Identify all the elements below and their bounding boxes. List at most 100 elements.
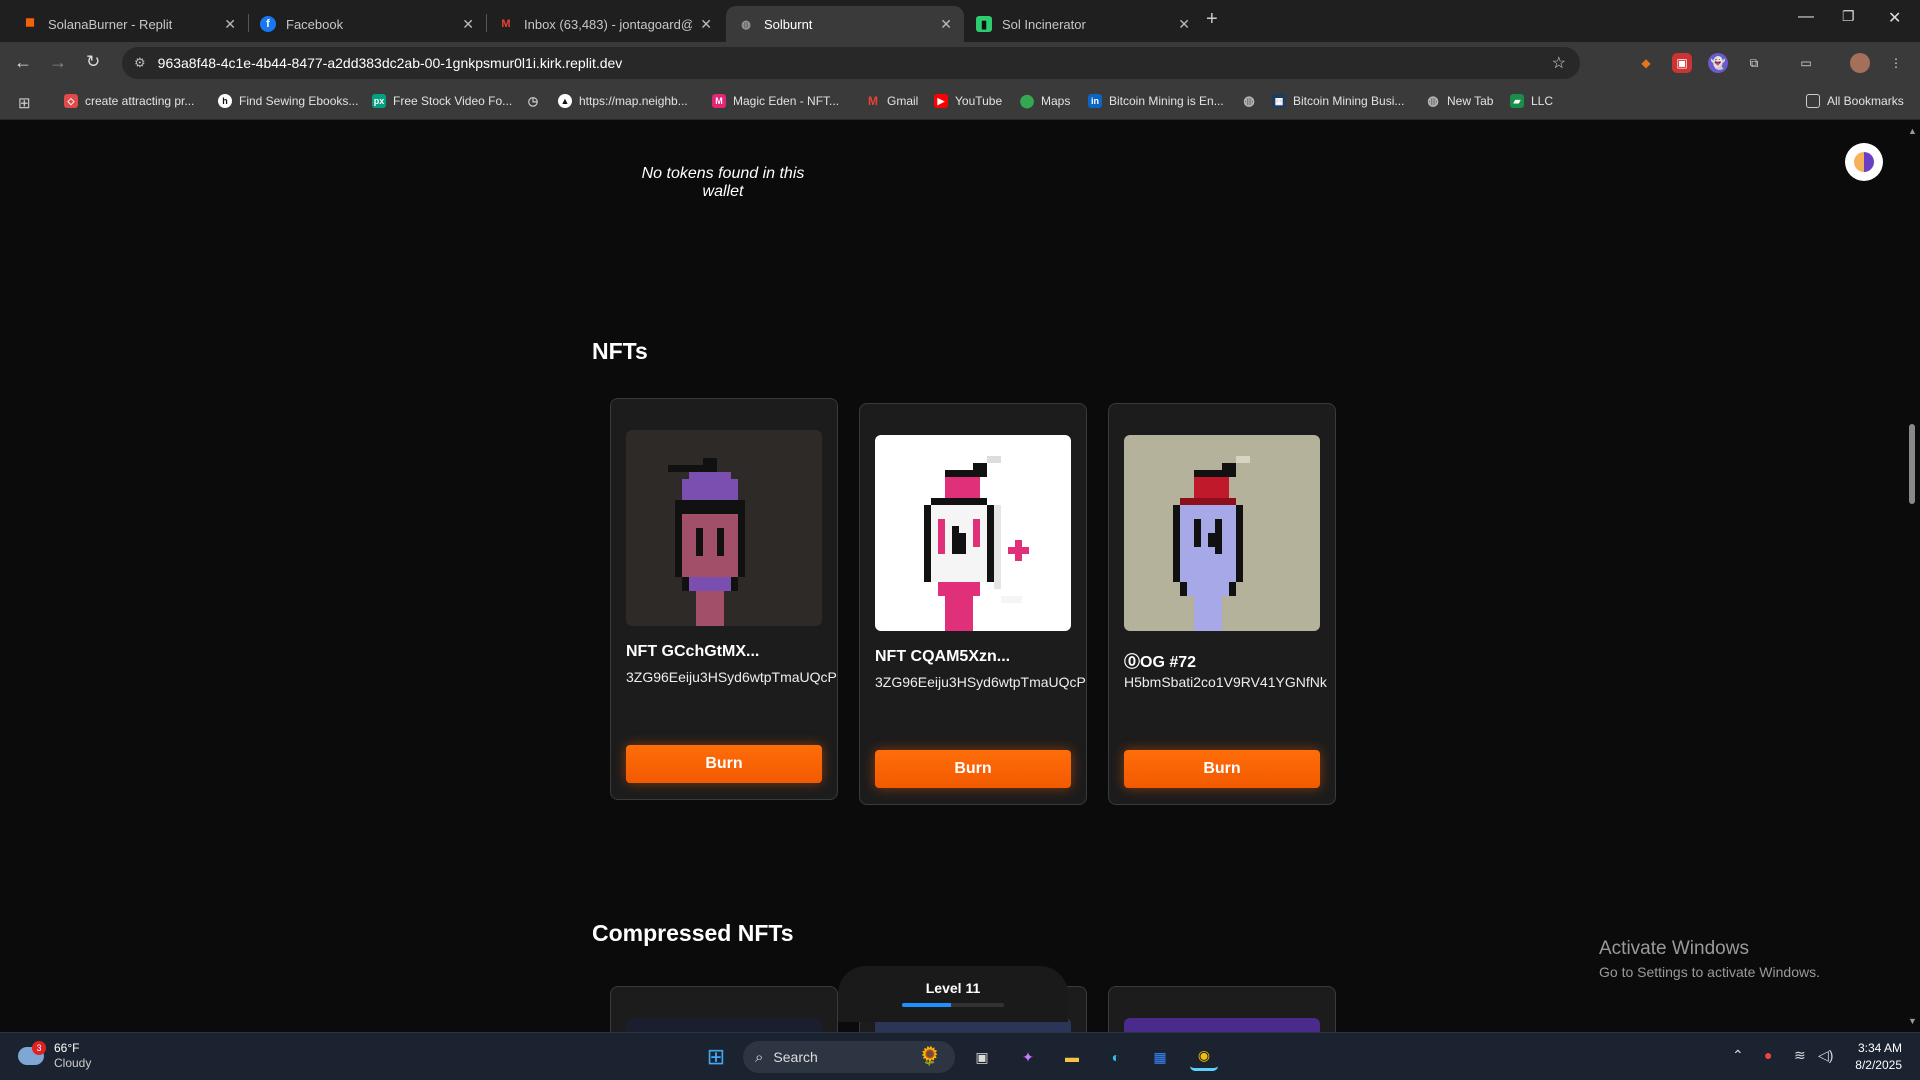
cloud-icon: 3 [18,1041,46,1065]
back-icon[interactable]: ← [14,52,32,73]
nft-mint-address: 3ZG96Eeiju3HSyd6wtpTmaUQcP [626,669,837,685]
bookmark-item[interactable]: ▲ https://map.neighb... [558,94,688,108]
phantom-icon[interactable]: 👻 [1708,53,1728,73]
wifi-icon[interactable]: ≋ [1794,1047,1806,1064]
bookmark-item[interactable]: h Find Sewing Ebooks... [218,94,358,108]
extension-lock-icon[interactable]: ▣ [1672,53,1692,73]
taskbar-search[interactable]: ⌕ Search 🌻 [743,1041,955,1073]
restore-icon[interactable]: ❐ [1842,8,1855,25]
tab-solburnt[interactable]: ◍ Solburnt ✕ [726,6,964,42]
nft-image [1124,435,1320,631]
scroll-down-icon[interactable]: ▼ [1908,1016,1917,1026]
level-progress-bar [902,1003,1004,1007]
compressed-nfts-heading: Compressed NFTs [592,920,794,946]
bookmark-item[interactable]: px Free Stock Video Fo... [372,94,512,108]
bookmark-item[interactable]: ▶ YouTube [934,94,1002,108]
linkedin-icon: in [1088,94,1102,108]
close-icon[interactable]: ✕ [1178,16,1190,33]
bookmark-item[interactable]: ◍ New Tab [1426,93,1493,108]
tab-sol-incinerator[interactable]: ▮ Sol Incinerator ✕ [964,6,1202,42]
close-window-icon[interactable]: ✕ [1888,8,1901,28]
level-label: Level 11 [925,980,981,996]
nft-image [626,430,822,626]
scrollbar-thumb[interactable] [1909,424,1915,504]
address-bar[interactable]: ⚙ 963a8f48-4c1e-4b44-8477-a2dd383dc2ab-0… [122,47,1580,79]
weather-widget[interactable]: 3 66°F Cloudy [18,1041,91,1071]
extensions-puzzle-icon[interactable]: ⧉ [1744,53,1764,73]
activate-windows-watermark: Activate Windows Go to Settings to activ… [1599,938,1820,980]
level-indicator: Level 11 [838,966,1068,1022]
scroll-up-icon[interactable]: ▲ [1908,126,1917,136]
close-icon[interactable]: ✕ [224,16,236,33]
bookmark-favicon-icon: ▦ [1272,94,1286,108]
close-icon[interactable]: ✕ [462,16,474,33]
bookmark-item[interactable]: ⬤ Maps [1020,93,1071,108]
bookmarks-bar: ⊞ ◇ create attracting pr... h Find Sewing … [0,84,1920,120]
all-bookmarks[interactable]: All Bookmarks [1806,94,1904,108]
level-progress-fill [902,1003,951,1007]
tab-gmail-inbox[interactable]: M Inbox (63,483) - jontagoard@g ✕ [486,6,724,42]
task-view-icon[interactable]: ▣ [968,1043,996,1071]
tray-overflow-icon[interactable]: ⌃ [1732,1047,1744,1064]
nft-mint-address: H5bmSbati2co1V9RV41YGNfNk [1124,674,1327,690]
close-icon[interactable]: ✕ [700,16,712,33]
microsoft-store-icon[interactable]: ▦ [1146,1043,1174,1071]
volume-icon[interactable]: ◁) [1818,1047,1833,1064]
burn-button[interactable]: Burn [875,750,1071,788]
history-clock-icon: ◷ [527,94,539,108]
bookmark-item[interactable]: ◇ create attracting pr... [64,94,194,108]
nfts-heading: NFTs [592,338,648,364]
bookmark-star-icon[interactable]: ☆ [1552,53,1566,73]
burn-button[interactable]: Burn [626,745,822,783]
bookmark-favicon-icon: ▲ [558,94,572,108]
chrome-icon[interactable]: ◉ [1190,1043,1218,1071]
tab-facebook[interactable]: f Facebook ✕ [248,6,486,42]
bookmark-item[interactable]: ▰ LLC [1510,94,1553,108]
page-scrollbar[interactable]: ▲ ▼ [1904,120,1920,1032]
nft-name: NFT GCchGtMX... [626,643,760,660]
start-windows-icon[interactable]: ⊞ [702,1043,730,1071]
edge-icon[interactable]: ◐ [1102,1043,1130,1071]
forward-icon[interactable]: → [49,52,67,73]
gmail-icon: M [868,94,878,108]
nft-mint-address: 3ZG96Eeiju3HSyd6wtpTmaUQcP [875,674,1086,690]
bookmark-item[interactable]: ◍ [1242,93,1263,108]
system-clock[interactable]: 3:34 AM 8/2/2025 [1842,1040,1902,1074]
close-icon[interactable]: ✕ [940,16,952,33]
bookmark-favicon-icon: ▰ [1510,94,1524,108]
sol-incinerator-icon: ▮ [976,16,992,32]
bookmark-item[interactable]: in Bitcoin Mining is En... [1088,94,1224,108]
theme-toggle-button[interactable] [1845,143,1883,181]
burn-button[interactable]: Burn [1124,750,1320,788]
compressed-nft-image [1124,1018,1320,1032]
cast-icon[interactable]: ▭ [1796,53,1816,73]
folder-icon [1806,94,1820,108]
metamask-icon[interactable]: ◆ [1636,53,1656,73]
nft-card: NFT CQAM5Xzn... 3ZG96Eeiju3HSyd6wtpTmaUQ… [859,403,1087,805]
profile-avatar[interactable] [1850,53,1870,73]
minimize-icon[interactable]: — [1798,8,1814,26]
tab-solanaburner[interactable]: ⯀ SolanaBurner - Replit ✕ [10,6,248,42]
bookmark-item[interactable]: M Magic Eden - NFT... [712,94,839,108]
bookmark-item[interactable]: M Gmail [866,94,918,108]
magic-eden-icon: M [712,94,726,108]
bookmark-favicon-icon: px [372,94,386,108]
bookmark-item[interactable]: ▦ Bitcoin Mining Busi... [1272,94,1404,108]
browser-toolbar: ← → ↻ ⚙ 963a8f48-4c1e-4b44-8477-a2dd383d… [0,42,1920,84]
youtube-icon: ▶ [934,94,948,108]
new-tab-button[interactable]: + [1206,8,1218,31]
apps-grid-icon[interactable]: ⊞ [18,94,31,112]
site-settings-icon[interactable]: ⚙ [134,55,146,71]
search-placeholder: Search [773,1049,818,1065]
bookmark-item[interactable]: ◷ [526,94,547,108]
reload-icon[interactable]: ↻ [86,52,100,72]
notification-badge: 3 [32,1041,46,1055]
tab-strip: ⯀ SolanaBurner - Replit ✕ f Facebook ✕ M… [0,0,1920,42]
bookmark-favicon-icon: h [218,94,232,108]
tray-app-icon[interactable]: ● [1764,1047,1772,1063]
compressed-nft-card [1108,986,1336,1032]
copilot-icon[interactable]: ✦ [1014,1043,1042,1071]
menu-kebab-icon[interactable]: ⋮ [1886,53,1906,73]
file-explorer-icon[interactable]: ▬ [1058,1043,1086,1071]
weather-temperature: 66°F [54,1041,80,1055]
